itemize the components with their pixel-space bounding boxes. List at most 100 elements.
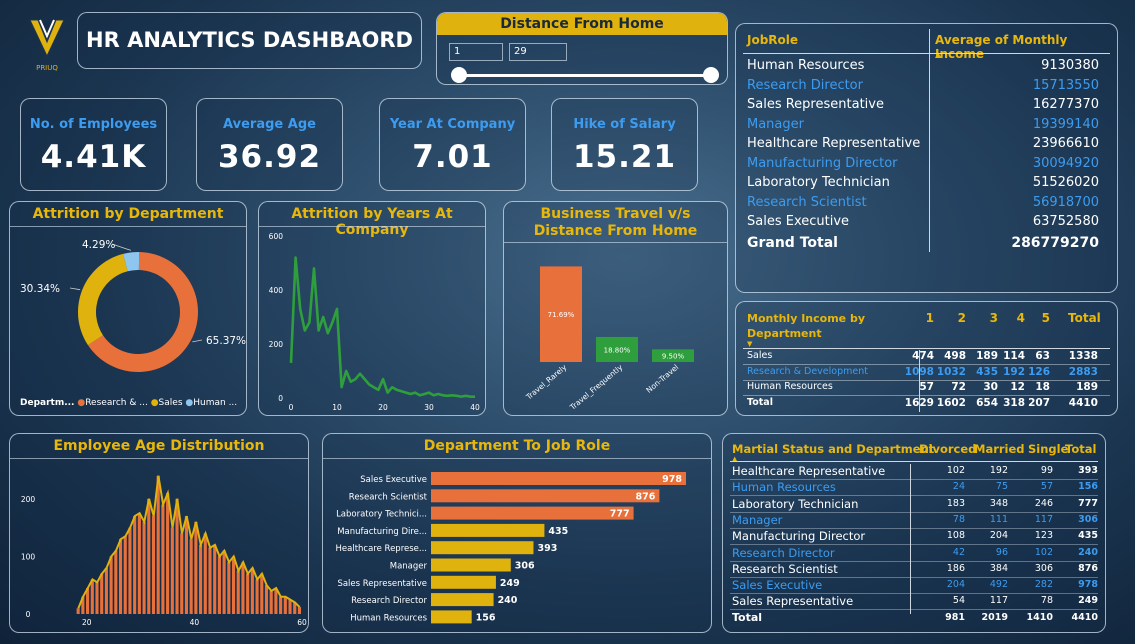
table-row-role[interactable]: Research Director xyxy=(732,546,835,560)
jobrole-bar[interactable] xyxy=(431,506,634,520)
histogram-bar[interactable] xyxy=(246,573,250,614)
jobrole-bar[interactable] xyxy=(431,558,511,572)
table-row-dept[interactable]: Total xyxy=(747,397,773,408)
table-row-role[interactable]: Healthcare Representative xyxy=(747,136,920,151)
histogram-bar[interactable] xyxy=(217,556,221,614)
histogram-bar[interactable] xyxy=(203,533,207,614)
histogram-bar[interactable] xyxy=(90,579,94,614)
histogram-bar[interactable] xyxy=(123,536,127,614)
slicer-handle-max[interactable] xyxy=(703,67,719,83)
table-header-col[interactable]: Divorced xyxy=(919,442,976,456)
table-row-role[interactable]: Sales Representative xyxy=(747,97,884,112)
table-row-role[interactable]: Research Scientist xyxy=(747,195,867,210)
slicer-max-input[interactable]: 29 xyxy=(509,43,567,61)
histogram-bar[interactable] xyxy=(269,590,273,614)
table-header-col[interactable]: Total xyxy=(1068,311,1101,325)
histogram-bar[interactable] xyxy=(241,562,245,614)
histogram-bar[interactable] xyxy=(199,544,203,614)
legend-item-research[interactable]: Research & ... xyxy=(85,398,148,408)
table-row-role[interactable]: Total xyxy=(732,611,762,624)
table-row-role[interactable]: Manufacturing Director xyxy=(732,529,865,543)
table-row-role[interactable]: Manager xyxy=(747,117,804,132)
histogram-bar[interactable] xyxy=(283,596,287,614)
table-header-col[interactable]: Total xyxy=(1065,442,1096,456)
table-row-role[interactable]: Manufacturing Director xyxy=(747,156,898,171)
jobrole-bar[interactable] xyxy=(431,541,534,555)
histogram-bar[interactable] xyxy=(151,516,156,614)
histogram-bar[interactable] xyxy=(231,556,236,614)
series-line[interactable] xyxy=(289,256,475,398)
table-header-col[interactable]: 3 xyxy=(968,311,998,325)
table-row-role[interactable]: Human Resources xyxy=(732,480,836,494)
jobrole-bar[interactable] xyxy=(431,593,494,607)
histogram-bar[interactable] xyxy=(213,544,217,614)
table-row-dept[interactable]: Research & Development xyxy=(747,366,868,377)
histogram-bar[interactable] xyxy=(156,475,160,614)
histogram-bar[interactable] xyxy=(104,567,108,614)
histogram-bar[interactable] xyxy=(194,521,198,614)
table-row-role[interactable]: Healthcare Representative xyxy=(732,464,885,478)
histogram-bar[interactable] xyxy=(255,579,259,614)
histogram-bar[interactable] xyxy=(184,516,188,614)
jobrole-bar[interactable] xyxy=(431,472,686,485)
table-row-role[interactable]: Sales Executive xyxy=(732,578,822,592)
histogram-bar[interactable] xyxy=(147,498,151,614)
jobrole-bar[interactable] xyxy=(431,523,545,537)
histogram-bar[interactable] xyxy=(142,521,146,614)
histogram-bar[interactable] xyxy=(137,513,141,614)
histogram-bar[interactable] xyxy=(180,533,184,614)
jobrole-bar[interactable] xyxy=(431,575,496,589)
table-header-col[interactable]: 5 xyxy=(1020,311,1050,325)
histogram-bar[interactable] xyxy=(297,607,301,614)
table-header-col[interactable]: 1 xyxy=(904,311,934,325)
histogram-bar[interactable] xyxy=(189,539,193,614)
slicer-min-input[interactable]: 1 xyxy=(449,43,503,61)
histogram-bar[interactable] xyxy=(260,573,264,614)
table-header-col[interactable]: Married xyxy=(974,442,1025,456)
histogram-bar[interactable] xyxy=(128,527,132,614)
table-row-role[interactable]: Research Director xyxy=(747,78,863,93)
table-row-role[interactable]: Manager xyxy=(732,513,782,527)
table-header-jobrole[interactable]: JobRole xyxy=(747,33,798,47)
histogram-bar[interactable] xyxy=(118,539,123,614)
table-header-dept[interactable]: Monthly Income by Department xyxy=(747,311,877,341)
table-row-role[interactable]: Laboratory Technician xyxy=(732,497,858,511)
histogram-bar[interactable] xyxy=(227,562,231,614)
jobrole-bar[interactable] xyxy=(431,489,660,503)
table-header-col[interactable]: Single xyxy=(1028,442,1068,456)
histogram-bar[interactable] xyxy=(76,608,80,614)
legend-item-hr[interactable]: Human ... xyxy=(193,398,237,408)
histogram-bar[interactable] xyxy=(175,498,179,614)
distance-slicer[interactable]: Distance From Home 1 29 xyxy=(436,12,728,85)
histogram-bar[interactable] xyxy=(279,596,283,614)
histogram-bar[interactable] xyxy=(222,550,226,614)
slicer-handle-min[interactable] xyxy=(451,67,467,83)
table-header-col[interactable]: Martial Status and Department xyxy=(732,442,934,456)
histogram-bar[interactable] xyxy=(236,570,240,614)
table-row-role[interactable]: Sales Representative xyxy=(732,594,853,608)
histogram-bar[interactable] xyxy=(264,585,269,614)
legend-item-sales[interactable]: Sales xyxy=(159,398,183,408)
table-row-role[interactable]: Sales Executive xyxy=(747,214,849,229)
histogram-bar[interactable] xyxy=(166,493,170,614)
table-row-role[interactable]: Human Resources xyxy=(747,58,864,73)
histogram-bar[interactable] xyxy=(288,599,292,614)
table-row-role[interactable]: Research Scientist xyxy=(732,562,838,576)
table-header-income[interactable]: Average of Monthly Income xyxy=(935,33,1117,61)
histogram-bar[interactable] xyxy=(95,582,99,614)
table-row-dept[interactable]: Sales xyxy=(747,350,772,361)
histogram-bar[interactable] xyxy=(208,547,212,614)
table-row-role[interactable]: Laboratory Technician xyxy=(747,175,890,190)
histogram-bar[interactable] xyxy=(109,556,113,614)
table-row-dept[interactable]: Human Resources xyxy=(747,381,833,392)
table-header-col[interactable]: 2 xyxy=(936,311,966,325)
histogram-bar[interactable] xyxy=(274,588,278,614)
donut-slice[interactable] xyxy=(78,253,128,346)
jobrole-bar[interactable] xyxy=(431,610,472,624)
histogram-bar[interactable] xyxy=(114,550,118,614)
histogram-bar[interactable] xyxy=(170,527,174,614)
histogram-bar[interactable] xyxy=(133,516,137,614)
histogram-bar[interactable] xyxy=(161,504,165,614)
histogram-bar[interactable] xyxy=(250,567,254,614)
histogram-bar[interactable] xyxy=(100,573,104,614)
